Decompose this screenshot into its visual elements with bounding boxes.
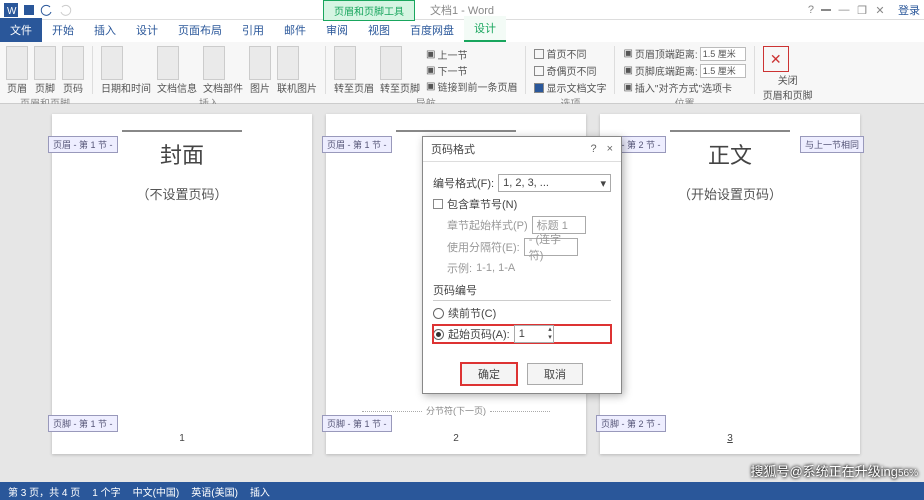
title-bar: W 文档1 - Word ? — ❐ ✕ 登录	[0, 0, 924, 20]
page-1: 页眉 - 第 1 节 - 封面 （不设置页码） 页脚 - 第 1 节 - 1	[52, 114, 312, 454]
group-header-footer: 页眉 页脚 页码 页眉和页脚	[6, 46, 84, 99]
tab-mailings[interactable]: 邮件	[274, 18, 316, 42]
close-icon[interactable]: ✕	[874, 4, 886, 16]
diff-odd-even-checkbox[interactable]	[534, 66, 544, 76]
diff-first-checkbox[interactable]	[534, 49, 544, 59]
start-at-radio[interactable]	[433, 329, 444, 340]
quick-access-toolbar: W	[4, 3, 72, 17]
picture-button[interactable]	[249, 46, 271, 80]
page-count[interactable]: 第 3 页，共 4 页	[8, 484, 80, 499]
online-picture-button[interactable]	[277, 46, 299, 80]
tab-design[interactable]: 设计	[126, 18, 168, 42]
link-previous-link[interactable]: ▣链接到前一条页眉	[426, 79, 517, 94]
login-link[interactable]: 登录	[898, 2, 920, 18]
include-chapter-checkbox[interactable]	[433, 199, 443, 209]
header-button[interactable]	[6, 46, 28, 80]
dialog-close-icon[interactable]: ×	[607, 143, 613, 155]
tab-baidu[interactable]: 百度网盘	[400, 18, 464, 42]
language-1[interactable]: 中文(中国)	[133, 484, 180, 499]
goto-header-button[interactable]	[334, 46, 356, 80]
save-icon[interactable]	[22, 3, 36, 17]
group-position: ▣页眉顶端距离:1.5 厘米 ▣页脚底端距离:1.5 厘米 ▣插入"对齐方式"选…	[623, 46, 745, 99]
footer-tag: 页脚 - 第 1 节 -	[48, 415, 118, 432]
header-top-spinner[interactable]: 1.5 厘米	[700, 47, 746, 61]
dialog-help-icon[interactable]: ?	[590, 143, 596, 155]
next-section-link[interactable]: ▣下一节	[426, 63, 517, 78]
tab-layout[interactable]: 页面布局	[168, 18, 232, 42]
footer-tag: 页脚 - 第 1 节 -	[322, 415, 392, 432]
redo-icon[interactable]	[58, 3, 72, 17]
window-title: 文档1 - Word	[430, 2, 494, 18]
goto-footer-button[interactable]	[380, 46, 402, 80]
insert-mode[interactable]: 插入	[250, 484, 270, 499]
dialog-title: 页码格式	[431, 141, 475, 157]
group-navigation: 转至页眉 转至页脚 ▣上一节 ▣下一节 ▣链接到前一条页眉 导航	[334, 46, 517, 99]
close-header-footer-button[interactable]: ✕	[763, 46, 789, 72]
contextual-tab-group: 页眉和页脚工具	[323, 0, 415, 21]
group-close: ✕关闭 页眉和页脚 关闭	[763, 46, 813, 99]
status-bar: 第 3 页，共 4 页 1 个字 中文(中国) 英语(美国) 插入	[0, 482, 924, 500]
ribbon-options-icon[interactable]	[820, 4, 832, 16]
footer-tag: 页脚 - 第 2 节 -	[596, 415, 666, 432]
show-doc-text-checkbox[interactable]	[534, 83, 544, 93]
ok-button[interactable]: 确定	[461, 363, 517, 385]
tab-file[interactable]: 文件	[0, 18, 42, 42]
doc-info-button[interactable]	[157, 46, 179, 80]
tab-insert[interactable]: 插入	[84, 18, 126, 42]
word-icon: W	[4, 3, 18, 17]
page-number-format-dialog: 页码格式 ? × 编号格式(F): 1, 2, 3, ...▾ 包含章节号(N)…	[422, 136, 622, 394]
tab-review[interactable]: 审阅	[316, 18, 358, 42]
undo-icon[interactable]	[40, 3, 54, 17]
start-at-row: 起始页码(A): 1 ▴▾	[433, 325, 611, 343]
language-2[interactable]: 英语(美国)	[191, 484, 238, 499]
group-options: 首页不同 奇偶页不同 显示文档文字 选项	[534, 46, 606, 99]
ribbon: 页眉 页脚 页码 页眉和页脚 日期和时间 文档信息 文档部件 图片 联机图片 插…	[0, 42, 924, 104]
minimize-icon[interactable]: —	[838, 4, 850, 16]
tab-view[interactable]: 视图	[358, 18, 400, 42]
tab-references[interactable]: 引用	[232, 18, 274, 42]
prev-section-link[interactable]: ▣上一节	[426, 47, 517, 62]
tab-home[interactable]: 开始	[42, 18, 84, 42]
cancel-button[interactable]: 取消	[527, 363, 583, 385]
page-3: 页眉 - 第 2 节 - 与上一节相同 正文 （开始设置页码） 页脚 - 第 2…	[600, 114, 860, 454]
ribbon-tabs: 文件 开始 插入 设计 页面布局 引用 邮件 审阅 视图 百度网盘 设计	[0, 20, 924, 42]
footer-bottom-spinner[interactable]: 1.5 厘米	[700, 64, 746, 78]
separator-select: - (连字符)	[524, 238, 578, 256]
chevron-down-icon: ▾	[600, 177, 606, 190]
help-icon[interactable]: ?	[808, 4, 814, 16]
start-at-input[interactable]: 1 ▴▾	[514, 325, 554, 343]
svg-text:W: W	[7, 6, 17, 17]
group-insert: 日期和时间 文档信息 文档部件 图片 联机图片 插入	[101, 46, 317, 99]
restore-icon[interactable]: ❐	[856, 4, 868, 16]
word-count[interactable]: 1 个字	[92, 484, 120, 499]
date-time-button[interactable]	[101, 46, 123, 80]
same-as-previous-tag: 与上一节相同	[800, 136, 864, 153]
continue-previous-radio[interactable]	[433, 308, 444, 319]
header-tag: 页眉 - 第 1 节 -	[48, 136, 118, 153]
quick-parts-button[interactable]	[203, 46, 225, 80]
spinner-icon[interactable]: ▴▾	[548, 326, 552, 342]
tab-header-footer-design[interactable]: 设计	[464, 16, 506, 42]
number-format-select[interactable]: 1, 2, 3, ...▾	[498, 174, 611, 192]
page-number-button[interactable]	[62, 46, 84, 80]
header-tag: 页眉 - 第 1 节 -	[322, 136, 392, 153]
insert-align-tab-link[interactable]: ▣插入"对齐方式"选项卡	[623, 80, 745, 95]
watermark: 搜狐号@系统正在升级ing56%	[750, 461, 918, 480]
footer-button[interactable]	[34, 46, 56, 80]
